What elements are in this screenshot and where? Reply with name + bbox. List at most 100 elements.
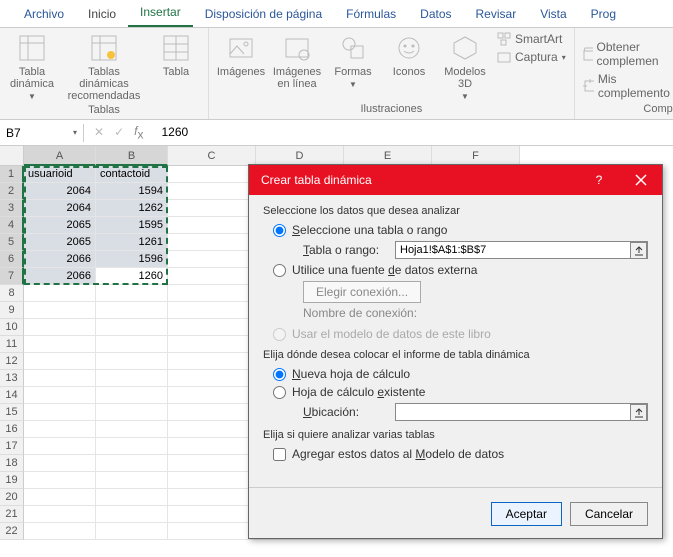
row-header[interactable]: 10 — [0, 319, 24, 336]
range-input[interactable] — [395, 241, 648, 259]
help-button[interactable]: ? — [578, 165, 620, 195]
cell[interactable] — [24, 336, 96, 353]
cell[interactable] — [24, 285, 96, 302]
radio-external[interactable] — [273, 264, 286, 277]
ok-button[interactable]: Aceptar — [491, 502, 562, 526]
cell[interactable] — [24, 506, 96, 523]
cell[interactable] — [168, 353, 256, 370]
cell[interactable] — [96, 285, 168, 302]
cell[interactable] — [96, 319, 168, 336]
cell[interactable]: 1594 — [96, 183, 168, 200]
cell[interactable]: contactoid — [96, 166, 168, 183]
cell[interactable] — [96, 489, 168, 506]
cell[interactable] — [24, 319, 96, 336]
tab-view[interactable]: Vista — [528, 1, 578, 27]
radio-new-sheet[interactable] — [273, 368, 286, 381]
cell[interactable] — [168, 455, 256, 472]
column-header[interactable]: A — [24, 146, 96, 166]
row-header[interactable]: 4 — [0, 217, 24, 234]
cell[interactable] — [168, 506, 256, 523]
row-header[interactable]: 18 — [0, 455, 24, 472]
column-header[interactable]: D — [256, 146, 344, 166]
tab-data[interactable]: Datos — [408, 1, 463, 27]
3d-models-button[interactable]: Modelos 3D ▼ — [441, 32, 489, 101]
tab-formulas[interactable]: Fórmulas — [334, 1, 408, 27]
cell[interactable] — [96, 336, 168, 353]
cell[interactable] — [96, 353, 168, 370]
cell[interactable] — [168, 200, 256, 217]
cell[interactable]: 2064 — [24, 200, 96, 217]
recommended-pivot-button[interactable]: Tablas dinámicas recomendadas — [64, 32, 144, 102]
cell[interactable] — [24, 404, 96, 421]
cell[interactable] — [96, 523, 168, 540]
row-header[interactable]: 21 — [0, 506, 24, 523]
cell[interactable] — [96, 404, 168, 421]
cell[interactable] — [168, 370, 256, 387]
cell[interactable] — [168, 319, 256, 336]
cell[interactable]: usuarioid — [24, 166, 96, 183]
cell[interactable] — [96, 455, 168, 472]
cell[interactable] — [96, 438, 168, 455]
images-button[interactable]: Imágenes — [217, 32, 265, 78]
cell[interactable]: 2065 — [24, 234, 96, 251]
row-header[interactable]: 9 — [0, 302, 24, 319]
capture-button[interactable]: Captura ▾ — [497, 50, 566, 64]
name-box[interactable]: ▾ — [0, 124, 84, 142]
dialog-titlebar[interactable]: Crear tabla dinámica ? — [249, 165, 662, 195]
cancel-icon[interactable]: ✕ — [94, 125, 104, 139]
row-header[interactable]: 2 — [0, 183, 24, 200]
enter-icon[interactable]: ✓ — [114, 125, 124, 139]
cell[interactable] — [168, 234, 256, 251]
cell[interactable]: 1595 — [96, 217, 168, 234]
icons-button[interactable]: Iconos — [385, 32, 433, 78]
tab-insert[interactable]: Insertar — [128, 0, 193, 27]
cell[interactable] — [168, 183, 256, 200]
cell[interactable] — [168, 387, 256, 404]
cell[interactable] — [168, 489, 256, 506]
tab-prog[interactable]: Prog — [579, 1, 628, 27]
tab-review[interactable]: Revisar — [464, 1, 529, 27]
column-header[interactable]: B — [96, 146, 168, 166]
column-header[interactable]: E — [344, 146, 432, 166]
my-addins-button[interactable]: Mis complemento — [583, 72, 673, 100]
cell[interactable]: 1260 — [96, 268, 168, 285]
cell[interactable] — [96, 387, 168, 404]
cell[interactable] — [168, 285, 256, 302]
cell[interactable] — [24, 302, 96, 319]
location-picker-button[interactable] — [630, 404, 647, 421]
location-input[interactable] — [395, 403, 648, 421]
get-addins-button[interactable]: Obtener complemen — [583, 40, 673, 68]
radio-existing-sheet[interactable] — [273, 386, 286, 399]
cell[interactable] — [96, 421, 168, 438]
online-images-button[interactable]: Imágenes en línea — [273, 32, 321, 90]
row-header[interactable]: 15 — [0, 404, 24, 421]
cell[interactable] — [168, 251, 256, 268]
cell[interactable] — [24, 523, 96, 540]
cell[interactable] — [96, 302, 168, 319]
fx-icon[interactable]: fx — [134, 124, 143, 141]
select-all-corner[interactable] — [0, 146, 24, 166]
cell[interactable] — [24, 353, 96, 370]
cell[interactable] — [168, 166, 256, 183]
row-header[interactable]: 7 — [0, 268, 24, 285]
shapes-button[interactable]: Formas ▼ — [329, 32, 377, 89]
row-header[interactable]: 14 — [0, 387, 24, 404]
cell[interactable] — [24, 455, 96, 472]
row-header[interactable]: 16 — [0, 421, 24, 438]
cell[interactable] — [168, 472, 256, 489]
row-header[interactable]: 1 — [0, 166, 24, 183]
cell[interactable] — [24, 489, 96, 506]
tab-layout[interactable]: Disposición de página — [193, 1, 334, 27]
row-header[interactable]: 17 — [0, 438, 24, 455]
checkbox-add-to-model[interactable] — [273, 448, 286, 461]
row-header[interactable]: 6 — [0, 251, 24, 268]
radio-select-range[interactable] — [273, 224, 286, 237]
cell[interactable]: 2066 — [24, 251, 96, 268]
smartart-button[interactable]: SmartArt — [497, 32, 566, 46]
cell[interactable]: 2065 — [24, 217, 96, 234]
range-picker-button[interactable] — [630, 242, 647, 259]
row-header[interactable]: 22 — [0, 523, 24, 540]
cell[interactable] — [168, 404, 256, 421]
row-header[interactable]: 13 — [0, 370, 24, 387]
cell[interactable] — [168, 523, 256, 540]
